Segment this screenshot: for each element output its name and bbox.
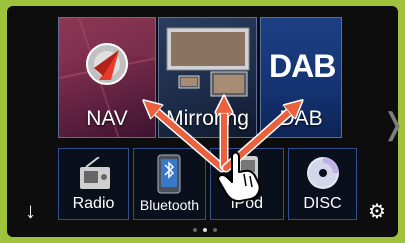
dab-label: DAB xyxy=(279,107,323,130)
radio-label: Radio xyxy=(72,195,115,212)
page-dot-active xyxy=(203,228,207,232)
nav-tile[interactable]: NAV xyxy=(58,17,156,138)
disc-label: DISC xyxy=(303,195,342,212)
radio-icon xyxy=(80,157,110,189)
mirroring-label: Mirroring xyxy=(166,107,249,130)
ipod-label: iPod xyxy=(230,195,264,212)
chevron-right-icon[interactable]: ❭ xyxy=(381,107,405,142)
nav-label: NAV xyxy=(86,107,128,130)
down-arrow-icon[interactable]: ↓ xyxy=(25,198,36,224)
bluetooth-label: Bluetooth xyxy=(139,197,200,213)
page-dot xyxy=(213,228,217,232)
page-indicator xyxy=(193,228,217,232)
mirroring-tile[interactable]: Mirroring xyxy=(158,17,257,138)
ipod-icon xyxy=(238,156,258,192)
bluetooth-tile[interactable]: Bluetooth xyxy=(133,148,206,220)
ipod-tile[interactable]: iPod xyxy=(210,148,284,220)
dab-logo: DAB xyxy=(269,48,336,84)
page-dot xyxy=(193,228,197,232)
dab-tile[interactable]: DAB DAB xyxy=(260,17,342,138)
disc-icon xyxy=(307,157,339,189)
radio-tile[interactable]: Radio xyxy=(58,148,129,220)
disc-tile[interactable]: DISC xyxy=(288,148,357,220)
gear-icon[interactable]: ⚙ xyxy=(368,199,386,224)
bluetooth-phone-icon xyxy=(157,154,181,194)
